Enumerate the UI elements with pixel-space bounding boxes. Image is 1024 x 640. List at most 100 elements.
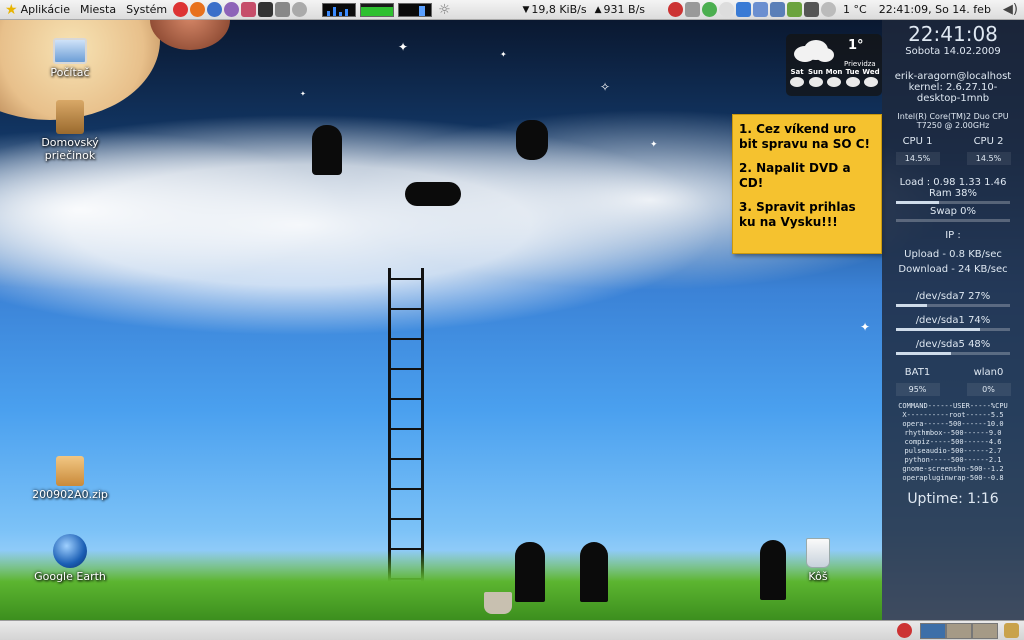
opera-tray-icon[interactable] — [668, 2, 684, 17]
conky-disk-meter — [896, 352, 1010, 355]
silhouette-jumper-left — [312, 125, 342, 175]
thunderbird-launcher-icon[interactable] — [207, 2, 223, 17]
conky-battery-label: BAT1 — [904, 367, 931, 378]
search-tray-icon[interactable] — [719, 2, 735, 17]
workspace-1[interactable] — [920, 623, 946, 639]
top-panel: ★ Aplikácie Miesta Systém ☼ ▼ 19,8 KiB/s… — [0, 0, 1024, 20]
grass — [0, 550, 882, 620]
home-folder-icon — [56, 100, 84, 134]
conky-download: Download - 24 KB/sec — [898, 264, 1008, 275]
desktop-icon-computer[interactable]: Počítač — [30, 38, 110, 79]
desktop-icon-zip[interactable]: 200902A0.zip — [30, 456, 110, 501]
conky-disk-sda1: /dev/sda1 74% — [915, 315, 991, 326]
process-row: compiz-----500------4.6 — [904, 438, 1002, 446]
download-arrow-icon: ▼ — [522, 4, 530, 15]
opera-launcher-icon[interactable] — [173, 2, 189, 17]
gnome-star-icon: ★ — [5, 1, 18, 18]
desktop-icon-trash[interactable]: Kôš — [778, 538, 858, 583]
conky-ip: IP : — [945, 230, 961, 241]
process-row: opera------500------10.0 — [902, 420, 1004, 428]
update-tray-icon[interactable] — [787, 2, 803, 17]
conky-cpu2-label: CPU 2 — [973, 136, 1004, 147]
desktop-icon-computer-label: Počítač — [50, 66, 90, 79]
battery-tray-icon[interactable] — [804, 2, 820, 17]
net-down-rate: 19,8 KiB/s — [531, 3, 587, 16]
desktop-icon-home[interactable]: Domovský priečinok — [30, 100, 110, 162]
applet-tray-icon[interactable] — [685, 2, 701, 17]
conky-kernel: kernel: 2.6.27.10-desktop-1mnb — [908, 82, 998, 104]
conky-time: 22:41:08 — [908, 22, 998, 46]
planet-small — [150, 20, 230, 50]
forecast-day: Sat — [788, 68, 806, 87]
conky-disk-sda7: /dev/sda7 27% — [915, 291, 991, 302]
status-tray-icon[interactable] — [702, 2, 718, 17]
volume-icon[interactable]: ◀) — [1003, 2, 1018, 17]
workspace-2[interactable] — [946, 623, 972, 639]
menu-places[interactable]: Miesta — [75, 0, 121, 20]
show-desktop-icon[interactable] — [1004, 623, 1019, 638]
conky-monitor: 22:41:08 Sobota 14.02.2009 erik-aragorn@… — [882, 20, 1024, 620]
process-row: COMMAND------USER-----%CPU — [898, 402, 1008, 410]
conky-upload: Upload - 0.8 KB/sec — [904, 249, 1002, 260]
headphones-launcher-icon[interactable] — [292, 2, 308, 17]
weather-temp: 1° — [848, 38, 864, 53]
temperature-label[interactable]: 1 °C — [843, 3, 867, 16]
note-item: 3. Spravit prihlas ku na Vysku!!! — [739, 200, 856, 229]
cpu-graph[interactable] — [322, 2, 357, 17]
display-tray-icon[interactable] — [770, 2, 786, 17]
forecast-day: Sun — [807, 68, 825, 87]
conky-wlan: wlan0 0% — [966, 367, 1011, 396]
desktop[interactable]: ✦ ✧ ✦ ✦ ✦ ✦ Počítač Domovský priečinok 2… — [0, 20, 1024, 620]
conky-cpu1: CPU 1 14.5% — [895, 136, 940, 165]
desktop-icon-google-earth-label: Google Earth — [34, 570, 106, 583]
terminal-launcher-icon[interactable] — [258, 2, 274, 17]
memory-graph[interactable] — [360, 2, 395, 17]
conky-cpu2-value: 14.5% — [966, 152, 1011, 165]
mail-launcher-icon[interactable] — [241, 2, 257, 17]
forecast-day: Tue — [844, 68, 862, 87]
conky-cpu1-value: 14.5% — [895, 152, 940, 165]
conky-battery: BAT1 95% — [895, 367, 940, 396]
network-graph[interactable] — [398, 2, 433, 17]
conky-load: Load : 0.98 1.33 1.46 — [899, 177, 1007, 188]
panel-clock[interactable]: 22:41:09, So 14. feb — [879, 3, 991, 16]
archive-icon — [56, 456, 84, 486]
workspace-3[interactable] — [972, 623, 998, 639]
bluetooth-tray-icon[interactable] — [736, 2, 752, 17]
conky-battery-value: 95% — [895, 383, 940, 396]
menu-system[interactable]: Systém — [121, 0, 172, 20]
trash-icon — [806, 538, 830, 568]
conky-user-host: erik-aragorn@localhost — [894, 71, 1012, 82]
opera-taskbar-icon[interactable] — [897, 623, 912, 638]
weather-widget[interactable]: 1° Prievidza Sat Sun Mon Tue Wed — [786, 34, 882, 96]
menu-applications[interactable]: ★ Aplikácie — [0, 0, 75, 20]
firefox-launcher-icon[interactable] — [190, 2, 206, 17]
menu-applications-label: Aplikácie — [20, 3, 70, 16]
desktop-icon-home-label: Domovský priečinok — [41, 136, 99, 162]
network-tray-icon[interactable] — [753, 2, 769, 17]
conky-disk-meter — [896, 328, 1010, 331]
conky-wlan-label: wlan0 — [973, 367, 1004, 378]
desktop-icon-google-earth[interactable]: Google Earth — [30, 534, 110, 583]
conky-ram-meter — [896, 201, 1010, 204]
conky-uptime: Uptime: 1:16 — [907, 491, 999, 507]
calculator-launcher-icon[interactable] — [275, 2, 291, 17]
note-item: 2. Napalit DVD a CD! — [739, 161, 851, 190]
silhouette-climber — [405, 182, 461, 206]
google-earth-icon — [53, 534, 87, 568]
conky-cpu2: CPU 2 14.5% — [966, 136, 1011, 165]
process-row: python-----500------2.1 — [904, 456, 1002, 464]
weather-applet-icon[interactable]: ☼ — [438, 2, 451, 18]
ladder — [388, 268, 424, 598]
silhouette-jumper-right — [516, 120, 548, 160]
pidgin-launcher-icon[interactable] — [224, 2, 240, 17]
process-row: X----------root------5.5 — [902, 411, 1004, 419]
process-row: gnome-screensho-500--1.2 — [902, 465, 1004, 473]
sticky-note[interactable]: 1. Cez víkend uro bit spravu na SO C! 2.… — [732, 114, 882, 254]
conky-ram: Ram 38% — [928, 188, 977, 199]
weather-tray-icon[interactable] — [821, 2, 837, 17]
netspeed-applet[interactable]: ▼ 19,8 KiB/s ▲ 931 B/s — [522, 3, 645, 16]
conky-process-list: COMMAND------USER-----%CPU X----------ro… — [882, 402, 1024, 483]
forecast-day: Wed — [862, 68, 880, 87]
conky-date: Sobota 14.02.2009 — [905, 46, 1001, 57]
